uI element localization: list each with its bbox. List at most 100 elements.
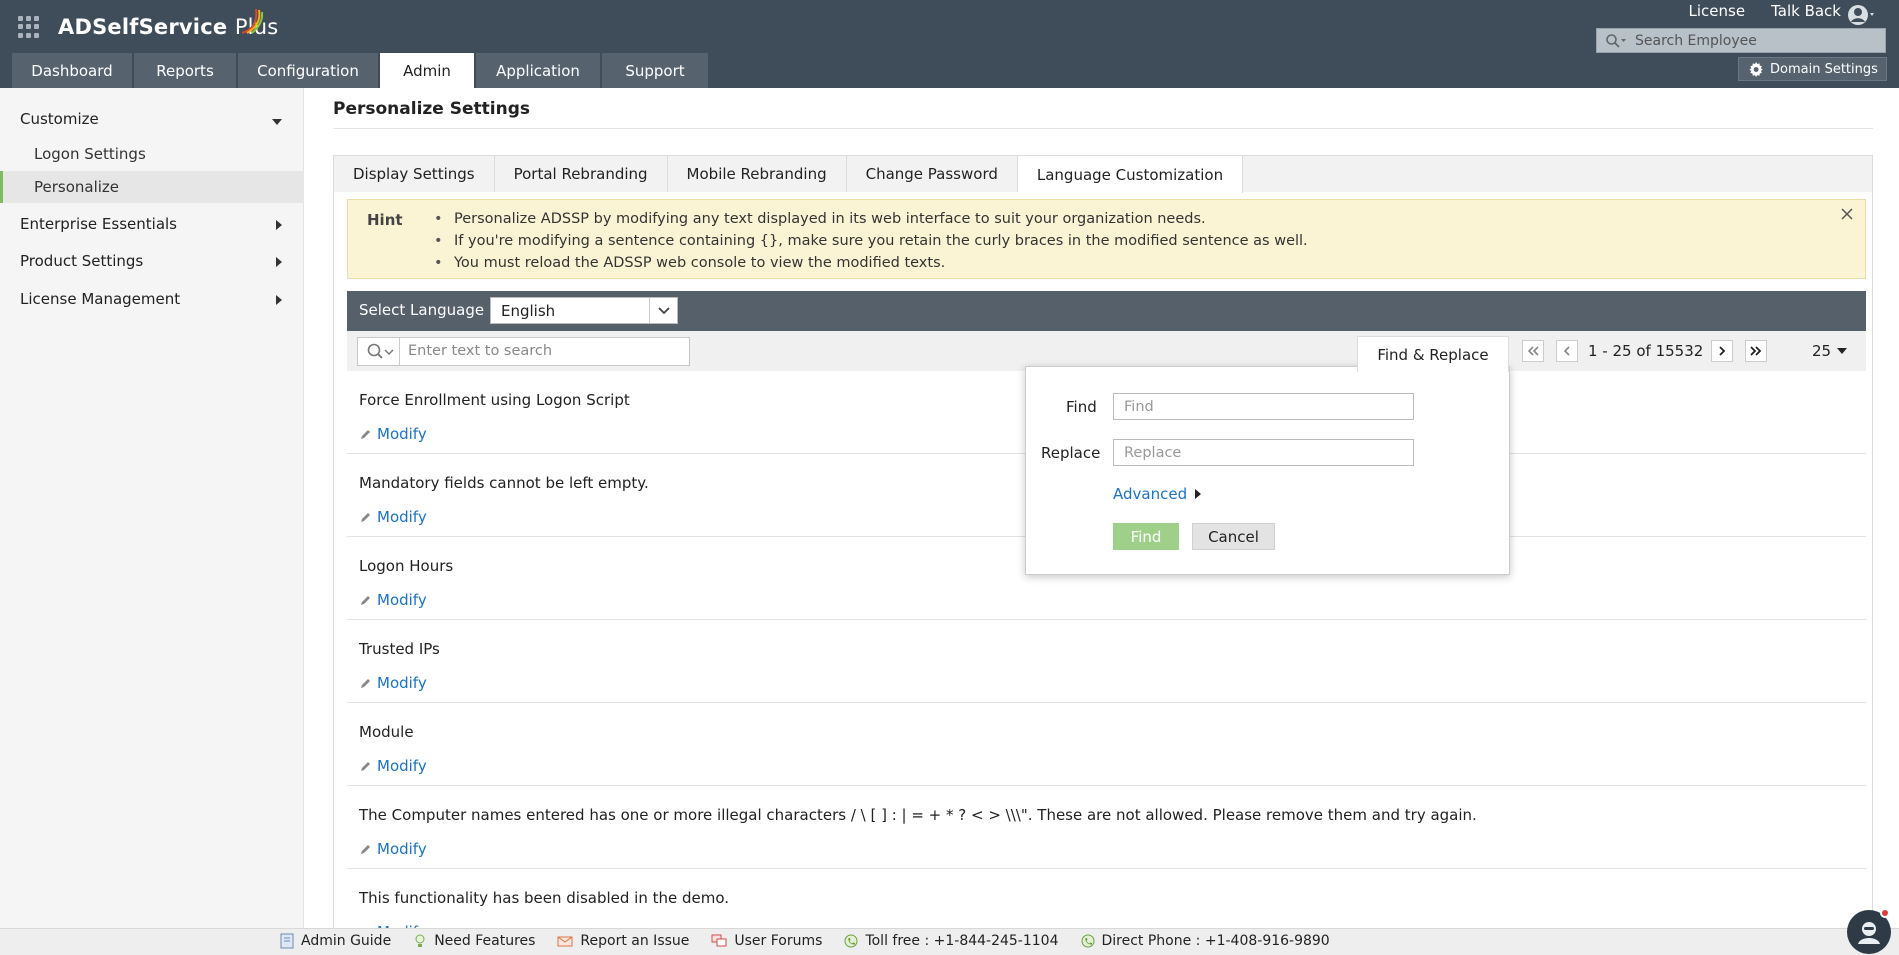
find-replace-popup: Find Replace Advanced Find Cancel bbox=[1025, 366, 1510, 575]
modify-link[interactable]: Modify bbox=[359, 591, 427, 609]
search-icon bbox=[1606, 34, 1626, 48]
page-size-value: 25 bbox=[1812, 342, 1832, 360]
list-item: Trusted IPs Modify bbox=[347, 620, 1866, 703]
find-button[interactable]: Find bbox=[1113, 523, 1179, 550]
search-icon bbox=[367, 343, 394, 359]
prev-page-button[interactable] bbox=[1556, 340, 1578, 362]
hint-item: You must reload the ADSSP web console to… bbox=[434, 252, 1308, 274]
tab-change-password[interactable]: Change Password bbox=[847, 156, 1018, 192]
modify-label: Modify bbox=[377, 757, 427, 775]
notification-dot bbox=[1880, 908, 1890, 918]
replace-field[interactable] bbox=[1113, 439, 1414, 466]
list-item-text: Force Enrollment using Logon Script bbox=[359, 391, 630, 409]
modify-label: Modify bbox=[377, 591, 427, 609]
nav-tab-application[interactable]: Application bbox=[476, 53, 600, 88]
pencil-icon bbox=[361, 678, 370, 688]
modify-label: Modify bbox=[377, 508, 427, 526]
modify-link[interactable]: Modify bbox=[359, 508, 427, 526]
list-item: Module Modify bbox=[347, 703, 1866, 786]
admin-guide-label: Admin Guide bbox=[301, 933, 392, 949]
app-grid-icon[interactable] bbox=[18, 16, 40, 38]
sidebar-item-label: Product Settings bbox=[20, 252, 144, 270]
text-search[interactable] bbox=[357, 337, 690, 366]
list-item-text: Module bbox=[359, 723, 414, 741]
replace-input[interactable] bbox=[1114, 440, 1413, 465]
close-icon[interactable] bbox=[1839, 206, 1855, 222]
search-options-button[interactable] bbox=[358, 338, 400, 365]
pencil-icon bbox=[361, 595, 370, 605]
envelope-icon bbox=[557, 936, 573, 947]
phone-icon bbox=[1081, 934, 1094, 948]
cancel-button[interactable]: Cancel bbox=[1192, 523, 1275, 550]
list-item-text: The Computer names entered has one or mo… bbox=[359, 806, 1477, 824]
sidebar-item-logon-settings[interactable]: Logon Settings bbox=[0, 138, 304, 170]
admin-guide-link[interactable]: Admin Guide bbox=[280, 933, 391, 949]
select-language-label: Select Language bbox=[359, 301, 485, 319]
pencil-icon bbox=[361, 512, 370, 522]
user-forums-label: User Forums bbox=[734, 933, 823, 949]
last-page-button[interactable] bbox=[1745, 340, 1768, 362]
nav-tab-dashboard[interactable]: Dashboard bbox=[12, 53, 132, 88]
pencil-icon bbox=[361, 844, 370, 854]
list-item-text: This functionality has been disabled in … bbox=[359, 889, 730, 907]
tab-language-customization[interactable]: Language Customization bbox=[1017, 156, 1244, 193]
license-link[interactable]: License bbox=[1689, 2, 1746, 20]
list-item-text: Mandatory fields cannot be left empty. bbox=[359, 474, 649, 492]
modify-link[interactable]: Modify bbox=[359, 674, 427, 692]
sidebar-item-label: Customize bbox=[20, 110, 99, 128]
need-features-link[interactable]: Need Features bbox=[413, 933, 535, 949]
nav-tab-support[interactable]: Support bbox=[602, 53, 708, 88]
list-item-text: Trusted IPs bbox=[359, 640, 440, 658]
chat-bubbles-icon bbox=[711, 934, 727, 947]
find-replace-tab[interactable]: Find & Replace bbox=[1357, 336, 1509, 372]
advanced-toggle[interactable]: Advanced bbox=[1113, 485, 1202, 503]
domain-settings-button[interactable]: Domain Settings bbox=[1738, 57, 1887, 81]
domain-settings-label: Domain Settings bbox=[1770, 61, 1878, 77]
direct-phone-number: Direct Phone : +1-408-916-9890 bbox=[1081, 933, 1330, 949]
nav-tab-reports[interactable]: Reports bbox=[134, 53, 236, 88]
page-range-text: 1 - 25 of 15532 bbox=[1588, 342, 1704, 360]
advanced-label: Advanced bbox=[1113, 485, 1188, 503]
pencil-icon bbox=[361, 761, 370, 771]
modify-link[interactable]: Modify bbox=[359, 840, 427, 858]
user-account-icon[interactable] bbox=[1847, 2, 1877, 28]
replace-label: Replace bbox=[1041, 444, 1101, 462]
hint-item: If you're modifying a sentence containin… bbox=[434, 230, 1308, 252]
employee-search-input[interactable] bbox=[1597, 29, 1885, 52]
phone-icon bbox=[844, 934, 858, 948]
brand-name: ADSelfService bbox=[58, 15, 228, 39]
dropdown-toggle[interactable] bbox=[649, 298, 677, 323]
next-page-button[interactable] bbox=[1711, 340, 1734, 362]
chevron-down-icon bbox=[658, 307, 670, 315]
need-features-label: Need Features bbox=[434, 933, 536, 949]
find-label: Find bbox=[1066, 398, 1097, 416]
text-search-input[interactable] bbox=[408, 341, 678, 361]
user-forums-link[interactable]: User Forums bbox=[711, 933, 822, 949]
language-bar: Select Language English bbox=[347, 291, 1866, 331]
book-icon bbox=[280, 933, 294, 949]
main-nav: Dashboard Reports Configuration Admin Ap… bbox=[12, 53, 710, 88]
tab-portal-rebranding[interactable]: Portal Rebranding bbox=[495, 156, 668, 192]
tab-display-settings[interactable]: Display Settings bbox=[334, 156, 495, 192]
talk-back-link[interactable]: Talk Back bbox=[1771, 2, 1841, 20]
modify-link[interactable]: Modify bbox=[359, 425, 427, 443]
chevron-down-icon bbox=[272, 119, 282, 125]
chevron-right-icon bbox=[276, 220, 282, 230]
first-page-button[interactable] bbox=[1522, 340, 1544, 362]
nav-tab-configuration[interactable]: Configuration bbox=[238, 53, 378, 88]
find-field[interactable] bbox=[1113, 393, 1414, 420]
nav-tab-admin[interactable]: Admin bbox=[380, 53, 474, 88]
tab-mobile-rebranding[interactable]: Mobile Rebranding bbox=[668, 156, 847, 192]
report-issue-link[interactable]: Report an Issue bbox=[557, 933, 689, 949]
modify-link[interactable]: Modify bbox=[359, 757, 427, 775]
hint-list: Personalize ADSSP by modifying any text … bbox=[434, 208, 1308, 274]
find-input[interactable] bbox=[1114, 394, 1413, 419]
language-select[interactable]: English bbox=[490, 297, 678, 324]
toll-free-number: Toll free : +1-844-245-1104 bbox=[844, 933, 1059, 949]
page-size-select[interactable]: 25 bbox=[1812, 342, 1848, 360]
employee-search[interactable] bbox=[1596, 28, 1886, 53]
modify-label: Modify bbox=[377, 674, 427, 692]
lightbulb-icon bbox=[415, 934, 425, 947]
sidebar-item-personalize[interactable]: Personalize bbox=[0, 171, 304, 203]
app-header: ADSelfService Plus License Talk Back Dom… bbox=[0, 0, 1899, 88]
